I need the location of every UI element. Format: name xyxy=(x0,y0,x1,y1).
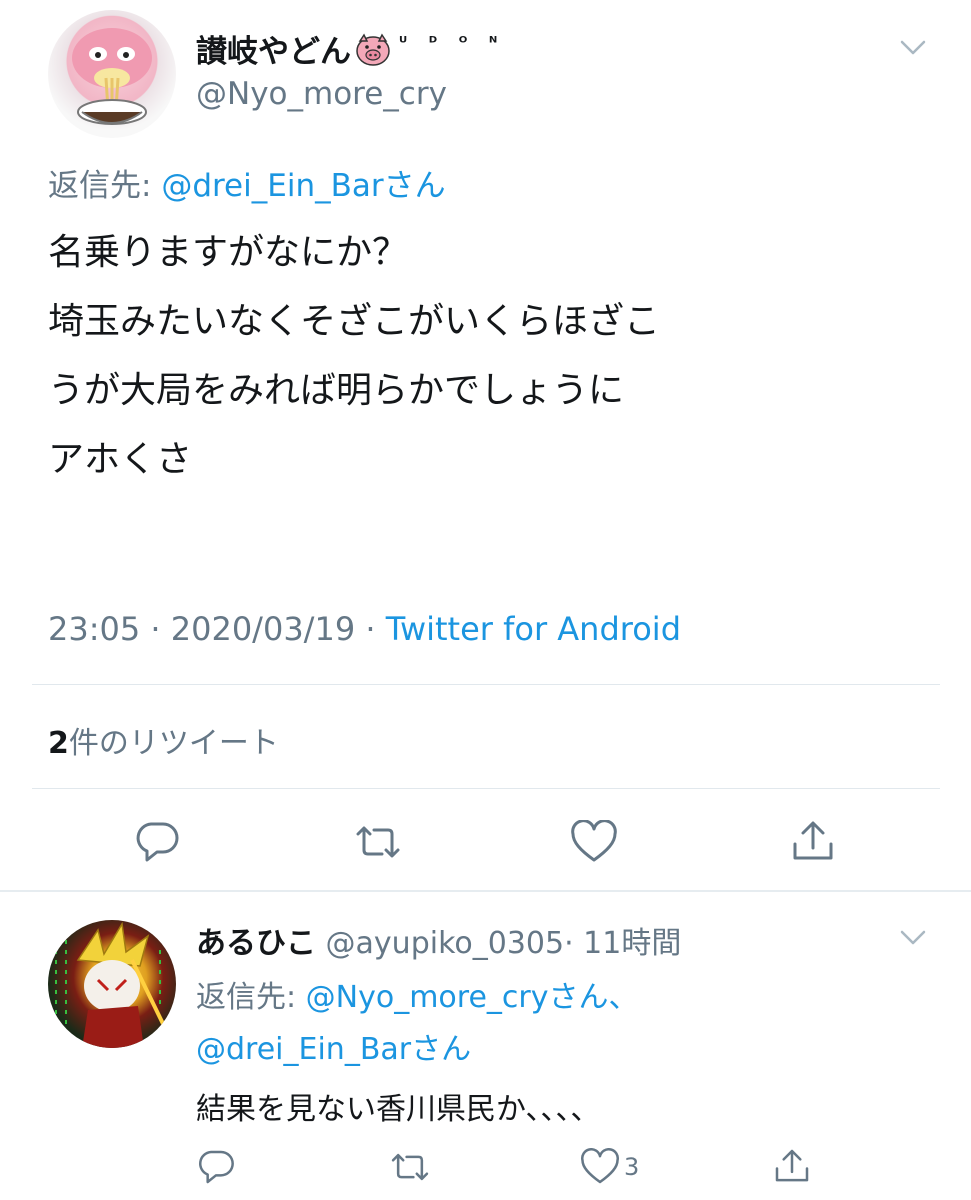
reply-context: 返信先: @drei_Ein_Barさん xyxy=(48,160,446,205)
section-divider xyxy=(0,890,971,892)
source-link[interactable]: Twitter for Android xyxy=(386,610,681,648)
retweet-icon[interactable] xyxy=(388,1148,432,1186)
like-action[interactable]: 3 xyxy=(580,1148,639,1186)
divider xyxy=(32,684,940,685)
chevron-down-icon[interactable] xyxy=(898,928,928,948)
reply-context: 返信先: @Nyo_more_cryさん、 @drei_Ein_Barさん xyxy=(196,972,639,1076)
mention-link[interactable]: @drei_Ein_Barさん xyxy=(161,168,445,204)
user-handle[interactable]: @Nyo_more_cry xyxy=(196,76,447,112)
divider xyxy=(32,788,940,789)
relative-time[interactable]: · 11時間 xyxy=(564,926,681,961)
display-name[interactable]: あるひこ xyxy=(196,926,316,961)
tweet-line: うが大局をみれば明らかでしょうに xyxy=(48,370,625,411)
reply-header: あるひこ @ayupiko_0305· 11時間 xyxy=(196,918,681,962)
retweet-stats[interactable]: 2件のリツイート xyxy=(48,718,279,762)
heart-icon[interactable] xyxy=(570,820,618,864)
mention-link[interactable]: @drei_Ein_Barさん xyxy=(196,1032,471,1067)
mention-link[interactable]: @Nyo_more_cryさん、 xyxy=(306,980,639,1015)
avatar[interactable] xyxy=(48,10,176,138)
reply-prefix: 返信先: xyxy=(196,980,306,1015)
pig-face-icon xyxy=(355,33,391,67)
share-icon[interactable] xyxy=(772,1146,812,1186)
retweet-icon[interactable] xyxy=(352,820,404,864)
retweet-count: 2 xyxy=(48,726,69,761)
reply-icon[interactable] xyxy=(133,820,181,864)
name-suffix: ᵁ ᴰ ᴼ ᴺ xyxy=(399,33,506,52)
tweet-text: 名乗りますがなにか？ 埼玉みたいなくそざこがいくらほざこ うが大局をみれば明らか… xyxy=(48,224,660,489)
share-icon[interactable] xyxy=(789,818,837,864)
display-name[interactable]: 讃岐やどん ᵁ ᴰ ᴼ ᴺ xyxy=(196,26,505,71)
user-handle[interactable]: @ayupiko_0305 xyxy=(326,926,565,961)
reply-icon[interactable] xyxy=(196,1148,236,1186)
reply-prefix: 返信先: xyxy=(48,168,162,204)
tweet-line: 埼玉みたいなくそざこがいくらほざこ xyxy=(48,301,661,342)
like-count: 3 xyxy=(624,1153,640,1181)
avatar[interactable] xyxy=(48,920,176,1048)
heart-icon[interactable] xyxy=(580,1148,620,1186)
tweet-line: アホくさ xyxy=(48,439,193,480)
tweet-meta: 23:05 · 2020/03/19 · Twitter for Android xyxy=(48,610,681,648)
chevron-down-icon[interactable] xyxy=(898,38,928,58)
reply-text: 結果を見ない香川県民か、、、、 xyxy=(196,1092,601,1127)
tweet-line: 名乗りますがなにか？ xyxy=(48,232,409,273)
retweet-label: 件のリツイート xyxy=(68,726,279,761)
timestamp[interactable]: 23:05 · 2020/03/19 · xyxy=(48,610,386,648)
